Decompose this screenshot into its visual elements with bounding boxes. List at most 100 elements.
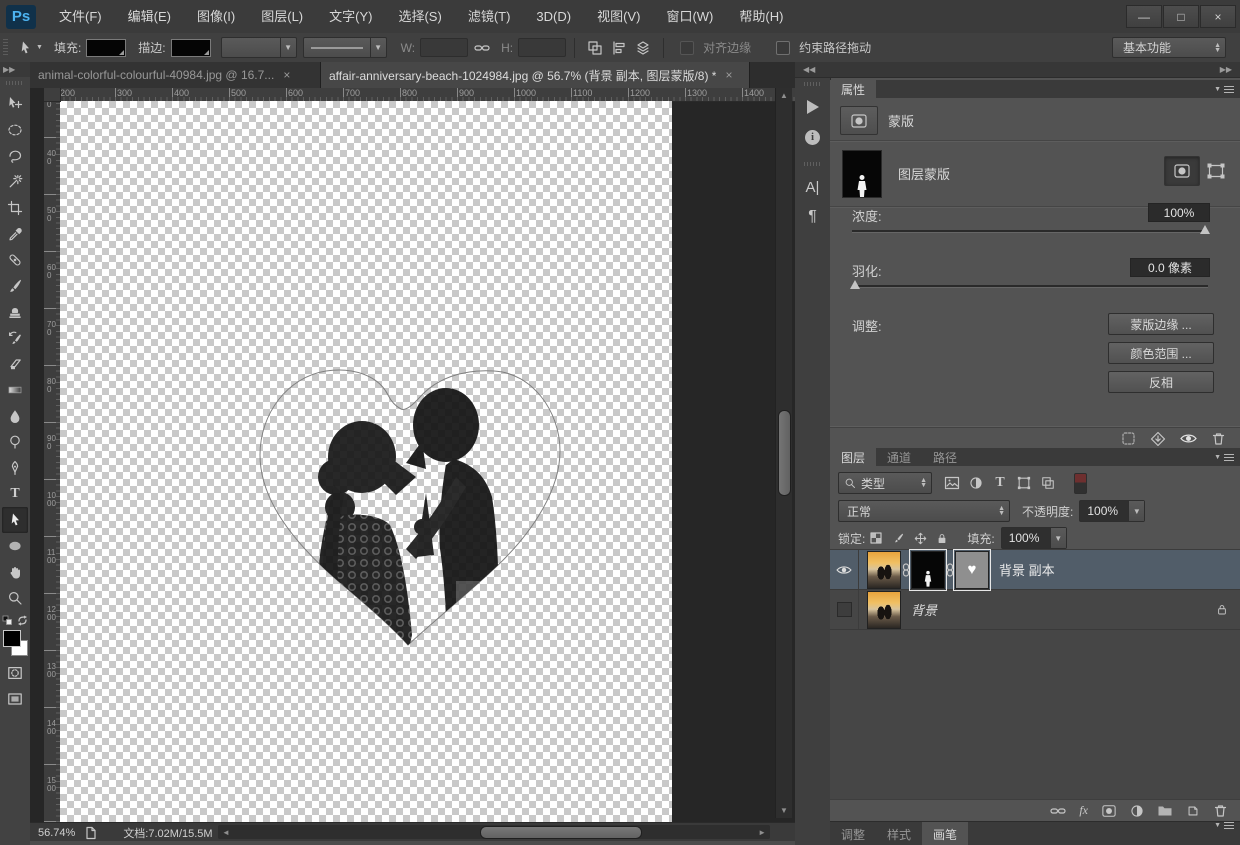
hand-tool[interactable] [2, 559, 28, 585]
maximize-button[interactable]: □ [1163, 5, 1199, 28]
quick-selection-tool[interactable] [2, 169, 28, 195]
delete-mask-trash-icon[interactable] [1211, 431, 1226, 446]
tool-preset-caret-icon[interactable]: ▼ [36, 44, 43, 51]
swap-colors-icon[interactable] [17, 615, 28, 626]
lock-position-icon[interactable] [909, 529, 931, 547]
paragraph-panel-icon[interactable]: ¶ [799, 204, 827, 230]
lock-all-icon[interactable] [931, 529, 953, 547]
visibility-toggle[interactable] [830, 550, 859, 589]
lock-pixels-icon[interactable] [887, 529, 909, 547]
select-vector-mask-button[interactable] [1206, 162, 1226, 180]
layer-name[interactable]: 背景 [911, 600, 937, 619]
new-group-folder-icon[interactable] [1157, 804, 1173, 817]
layer-name[interactable]: 背景 副本 [999, 560, 1055, 579]
feather-slider[interactable] [852, 285, 1208, 287]
menu-file[interactable]: 文件(F) [46, 0, 115, 33]
history-brush-tool[interactable] [2, 325, 28, 351]
spot-healing-brush-tool[interactable] [2, 247, 28, 273]
elliptical-marquee-tool[interactable] [2, 117, 28, 143]
align-edges-checkbox[interactable] [680, 41, 694, 55]
stroke-swatch[interactable] [171, 39, 211, 57]
canvas[interactable] [60, 101, 672, 822]
eyedropper-tool[interactable] [2, 221, 28, 247]
fill-combo[interactable]: 100% ▼ [1001, 527, 1067, 549]
layer-filter-kind-combo[interactable]: 类型 ▲▼ [838, 472, 932, 494]
load-selection-from-mask-icon[interactable] [1121, 431, 1136, 446]
dodge-tool[interactable] [2, 429, 28, 455]
path-operations-icon[interactable] [583, 35, 607, 61]
vertical-scrollbar[interactable]: ▲ ▼ [775, 88, 792, 818]
actions-panel-icon[interactable] [799, 94, 827, 120]
visibility-toggle[interactable] [830, 590, 859, 629]
horizontal-scroll-thumb[interactable] [480, 826, 642, 839]
color-range-button[interactable]: 颜色范围 ... [1108, 342, 1214, 364]
menu-filter[interactable]: 滤镜(T) [455, 0, 524, 33]
workspace-switcher[interactable]: 基本功能 ▲▼ [1112, 37, 1226, 58]
menu-image[interactable]: 图像(I) [184, 0, 248, 33]
tab-channels[interactable]: 通道 [876, 448, 922, 466]
shape-height-input[interactable] [518, 38, 566, 57]
zoom-tool[interactable] [2, 585, 28, 611]
tab-properties[interactable]: 属性 [830, 80, 876, 98]
menu-view[interactable]: 视图(V) [584, 0, 653, 33]
default-colors-icon[interactable] [2, 615, 13, 626]
vertical-scroll-thumb[interactable] [778, 410, 791, 496]
toolbox-collapse-button[interactable]: ▶▶ [0, 62, 30, 77]
shape-width-input[interactable] [420, 38, 468, 57]
move-tool[interactable] [2, 91, 28, 117]
heart-mask-artwork[interactable] [250, 365, 570, 653]
foreground-background-colors[interactable] [2, 630, 28, 660]
menu-layer[interactable]: 图层(L) [248, 0, 316, 33]
link-dimensions-icon[interactable] [474, 42, 490, 54]
density-slider[interactable] [852, 230, 1208, 232]
link-layers-icon[interactable] [1050, 805, 1066, 817]
new-layer-icon[interactable] [1186, 804, 1200, 818]
screen-mode-button[interactable] [2, 686, 28, 712]
brush-tool[interactable] [2, 273, 28, 299]
density-slider-thumb[interactable] [1200, 225, 1210, 234]
ellipse-tool[interactable] [2, 533, 28, 559]
document-tab-inactive[interactable]: animal-colorful-colourful-40984.jpg @ 16… [30, 62, 321, 88]
invert-button[interactable]: 反相 [1108, 371, 1214, 393]
quick-mask-mode-button[interactable] [2, 660, 28, 686]
gradient-tool[interactable] [2, 377, 28, 403]
menu-window[interactable]: 窗口(W) [653, 0, 726, 33]
tab-paths[interactable]: 路径 [922, 448, 968, 466]
filter-type-layers-icon[interactable]: T [988, 473, 1012, 493]
eraser-tool[interactable] [2, 351, 28, 377]
filter-pixel-layers-icon[interactable] [940, 473, 964, 493]
tab-close-icon[interactable]: × [725, 68, 732, 82]
menu-type[interactable]: 文字(Y) [316, 0, 385, 33]
tab-styles[interactable]: 样式 [876, 822, 922, 845]
feather-slider-thumb[interactable] [850, 280, 860, 289]
collapse-dock-right-icon[interactable]: ▶▶ [1220, 65, 1232, 74]
blur-tool[interactable] [2, 403, 28, 429]
menu-edit[interactable]: 编辑(E) [115, 0, 184, 33]
type-tool[interactable]: T [2, 481, 28, 507]
clone-stamp-tool[interactable] [2, 299, 28, 325]
lasso-tool[interactable] [2, 143, 28, 169]
blend-mode-combo[interactable]: 正常 ▲▼ [838, 500, 1010, 522]
new-adjustment-layer-icon[interactable] [1130, 804, 1144, 818]
constrain-path-drag-checkbox[interactable] [776, 41, 790, 55]
path-selection-tool[interactable] [2, 507, 28, 533]
menu-3d[interactable]: 3D(D) [523, 0, 584, 33]
info-panel-icon[interactable]: i [799, 124, 827, 150]
lock-transparency-icon[interactable] [865, 529, 887, 547]
ruler-origin-corner[interactable] [44, 88, 61, 102]
tab-close-icon[interactable]: × [283, 68, 290, 82]
layer-row-background-copy[interactable]: ♥ 背景 副本 [830, 550, 1240, 590]
scroll-down-icon[interactable]: ▼ [780, 806, 788, 815]
add-layer-mask-icon[interactable] [1101, 804, 1117, 818]
vector-mask-thumbnail[interactable]: ♥ [955, 551, 989, 589]
layer-thumbnail[interactable] [867, 551, 901, 589]
layer-mask-thumbnail[interactable] [911, 551, 945, 589]
tab-layers[interactable]: 图层 [830, 448, 876, 466]
scroll-right-icon[interactable]: ► [758, 828, 766, 837]
layer-thumbnail[interactable] [867, 591, 901, 629]
mask-visibility-eye-icon[interactable] [1180, 432, 1197, 445]
filter-smart-objects-icon[interactable] [1036, 473, 1060, 493]
close-button[interactable]: × [1200, 5, 1236, 28]
panel-menu-icon[interactable]: ▼ [1214, 822, 1240, 829]
filter-adjustment-layers-icon[interactable] [964, 473, 988, 493]
